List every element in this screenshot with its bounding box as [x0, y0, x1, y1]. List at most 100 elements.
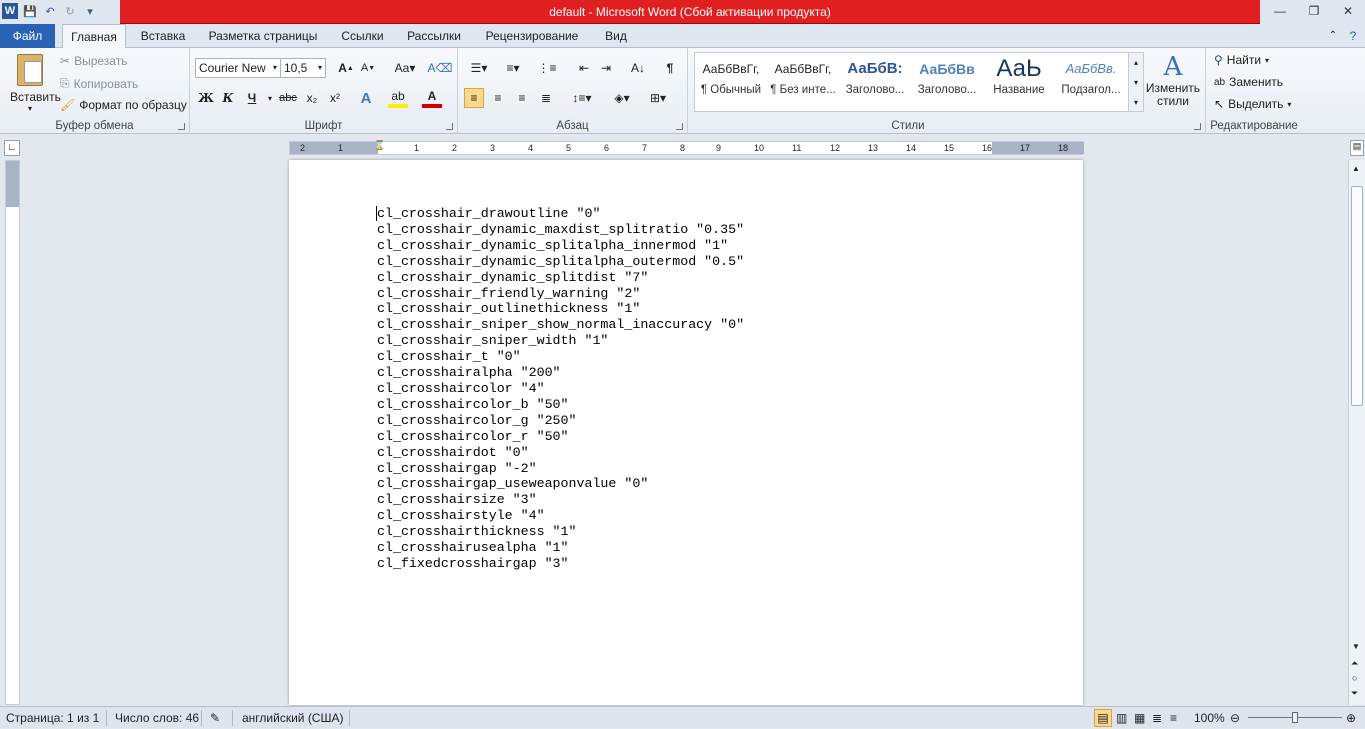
full-screen-view-icon[interactable]: ▥: [1116, 707, 1127, 729]
bold-button[interactable]: Ж: [196, 88, 216, 108]
align-center-icon[interactable]: ≡: [488, 88, 508, 108]
document-line[interactable]: cl_fixedcrosshairgap "3": [377, 556, 744, 572]
font-size-select[interactable]: 10,5 ▾: [280, 58, 326, 78]
scroll-up-icon[interactable]: ▲: [1352, 164, 1360, 173]
document-line[interactable]: cl_crosshairalpha "200": [377, 365, 744, 381]
tab-file[interactable]: Файл: [0, 24, 55, 48]
web-layout-view-icon[interactable]: ▦: [1134, 707, 1145, 729]
word-app-icon[interactable]: W: [2, 3, 18, 19]
increase-indent-icon[interactable]: ⇥: [596, 58, 616, 78]
find-button[interactable]: ⚲ Найти ▾: [1214, 53, 1269, 67]
undo-icon[interactable]: ↶: [42, 3, 58, 19]
cut-button[interactable]: ✂ Вырезать: [60, 54, 127, 68]
clear-formatting-icon[interactable]: A⌫: [428, 58, 453, 78]
help-icon[interactable]: ?: [1345, 24, 1361, 48]
document-line[interactable]: cl_crosshair_dynamic_splitalpha_outermod…: [377, 254, 744, 270]
highlight-icon[interactable]: ab: [388, 88, 408, 108]
scrollbar-thumb[interactable]: [1351, 186, 1363, 406]
style-normal[interactable]: АаБбВвГг, ¶ Обычный: [696, 54, 766, 106]
tab-mailings[interactable]: Рассылки: [400, 24, 468, 48]
shading-icon[interactable]: ◈▾: [608, 88, 636, 108]
style-title[interactable]: АаЬ Название: [984, 54, 1054, 106]
document-line[interactable]: cl_crosshair_dynamic_splitalpha_innermod…: [377, 238, 744, 254]
tab-selector-icon[interactable]: ∟: [4, 140, 20, 156]
next-page-icon[interactable]: ⏷: [1351, 688, 1358, 699]
browse-object-icon[interactable]: ○: [1352, 673, 1357, 683]
paragraph-dialog-launcher[interactable]: [676, 123, 683, 130]
tab-references[interactable]: Ссылки: [335, 24, 390, 48]
borders-icon[interactable]: ⊞▾: [644, 88, 672, 108]
document-line[interactable]: cl_crosshaircolor_g "250": [377, 413, 744, 429]
copy-button[interactable]: ⎘ Копировать: [60, 76, 138, 91]
zoom-slider-thumb[interactable]: [1292, 712, 1298, 723]
horizontal-ruler[interactable]: 2 1 1 2 3 4 5 6 7 8 9 10 11 12 13 14 15 …: [289, 140, 1084, 155]
status-page[interactable]: Страница: 1 из 1: [6, 707, 99, 729]
document-line[interactable]: cl_crosshairgap "-2": [377, 461, 744, 477]
justify-icon[interactable]: ≣: [536, 88, 556, 108]
document-line[interactable]: cl_crosshairstyle "4": [377, 508, 744, 524]
vertical-ruler[interactable]: [5, 160, 20, 705]
vertical-scrollbar[interactable]: ▲ ▼ ⏶ ○ ⏷: [1348, 160, 1365, 705]
view-ruler-icon[interactable]: ▤: [1350, 140, 1364, 156]
document-line[interactable]: cl_crosshair_sniper_show_normal_inaccura…: [377, 317, 744, 333]
subscript-button[interactable]: x₂: [302, 88, 322, 108]
customize-toolbar-icon[interactable]: ▾: [82, 3, 98, 19]
print-layout-view-icon[interactable]: ▤: [1094, 709, 1112, 727]
font-family-select[interactable]: Courier New ▾: [195, 58, 281, 78]
document-line[interactable]: cl_crosshaircolor_r "50": [377, 429, 744, 445]
align-right-icon[interactable]: ≡: [512, 88, 532, 108]
document-line[interactable]: cl_crosshairdot "0": [377, 445, 744, 461]
clipboard-dialog-launcher[interactable]: [178, 123, 185, 130]
bullets-icon[interactable]: ☰▾: [466, 58, 492, 78]
document-body[interactable]: cl_crosshair_drawoutline "0" cl_crosshair…: [377, 206, 744, 572]
change-styles-button[interactable]: A Изменить стили: [1144, 52, 1202, 116]
paste-button[interactable]: Вставить ▾: [10, 52, 61, 116]
ribbon-minimize-icon[interactable]: ⌃: [1325, 24, 1341, 48]
superscript-button[interactable]: x²: [325, 88, 345, 108]
redo-icon[interactable]: ↻: [62, 3, 78, 19]
tab-home[interactable]: Главная: [62, 24, 126, 49]
document-line[interactable]: cl_crosshair_dynamic_splitdist "7": [377, 270, 744, 286]
tab-review[interactable]: Рецензирование: [477, 24, 587, 48]
underline-button[interactable]: Ч: [242, 88, 262, 108]
align-left-icon[interactable]: ≡: [464, 88, 484, 108]
text-effects-icon[interactable]: A: [356, 88, 376, 108]
document-page[interactable]: cl_crosshair_drawoutline "0" cl_crosshair…: [289, 160, 1083, 705]
style-subtitle[interactable]: АаБбВв. Подзагол...: [1056, 54, 1126, 106]
tab-page-layout[interactable]: Разметка страницы: [202, 24, 324, 48]
previous-page-icon[interactable]: ⏶: [1351, 658, 1358, 669]
document-line[interactable]: cl_crosshairusealpha "1": [377, 540, 744, 556]
show-formatting-icon[interactable]: ¶: [660, 58, 680, 78]
draft-view-icon[interactable]: ≡: [1170, 707, 1177, 729]
zoom-in-icon[interactable]: ⊕: [1346, 707, 1356, 729]
change-case-icon[interactable]: Aa▾: [390, 58, 420, 78]
close-icon[interactable]: ✕: [1331, 0, 1365, 22]
select-button[interactable]: ↖ Выделить ▾: [1214, 97, 1291, 111]
numbering-icon[interactable]: ≡▾: [500, 58, 526, 78]
document-line[interactable]: cl_crosshairsize "3": [377, 492, 744, 508]
document-line[interactable]: cl_crosshaircolor "4": [377, 381, 744, 397]
style-no-spacing[interactable]: АаБбВвГг, ¶ Без инте...: [768, 54, 838, 106]
document-line[interactable]: cl_crosshaircolor_b "50": [377, 397, 744, 413]
decrease-indent-icon[interactable]: ⇤: [574, 58, 594, 78]
tab-insert[interactable]: Вставка: [133, 24, 193, 48]
indent-marker-icon[interactable]: ⌛: [374, 140, 385, 151]
document-line[interactable]: cl_crosshair_drawoutline "0": [377, 206, 744, 222]
tab-view[interactable]: Вид: [596, 24, 636, 48]
document-line[interactable]: cl_crosshair_friendly_warning "2": [377, 286, 744, 302]
document-line[interactable]: cl_crosshair_dynamic_maxdist_splitratio …: [377, 222, 744, 238]
zoom-level[interactable]: 100%: [1194, 707, 1225, 729]
shrink-font-icon[interactable]: A ▼: [358, 58, 378, 78]
style-heading2[interactable]: АаБбВв Заголово...: [912, 54, 982, 106]
sort-icon[interactable]: A↓: [628, 58, 648, 78]
zoom-out-icon[interactable]: ⊖: [1230, 707, 1240, 729]
font-dialog-launcher[interactable]: [446, 123, 453, 130]
styles-scroll-icon[interactable]: ▴ ▾ ▾: [1128, 52, 1144, 112]
strikethrough-button[interactable]: abc: [276, 88, 300, 108]
styles-dialog-launcher[interactable]: [1194, 123, 1201, 130]
document-line[interactable]: cl_crosshair_t "0": [377, 349, 744, 365]
outline-view-icon[interactable]: ≣: [1152, 707, 1162, 729]
font-color-icon[interactable]: A: [422, 88, 442, 108]
document-line[interactable]: cl_crosshair_sniper_width "1": [377, 333, 744, 349]
maximize-icon[interactable]: ❐: [1297, 0, 1331, 22]
